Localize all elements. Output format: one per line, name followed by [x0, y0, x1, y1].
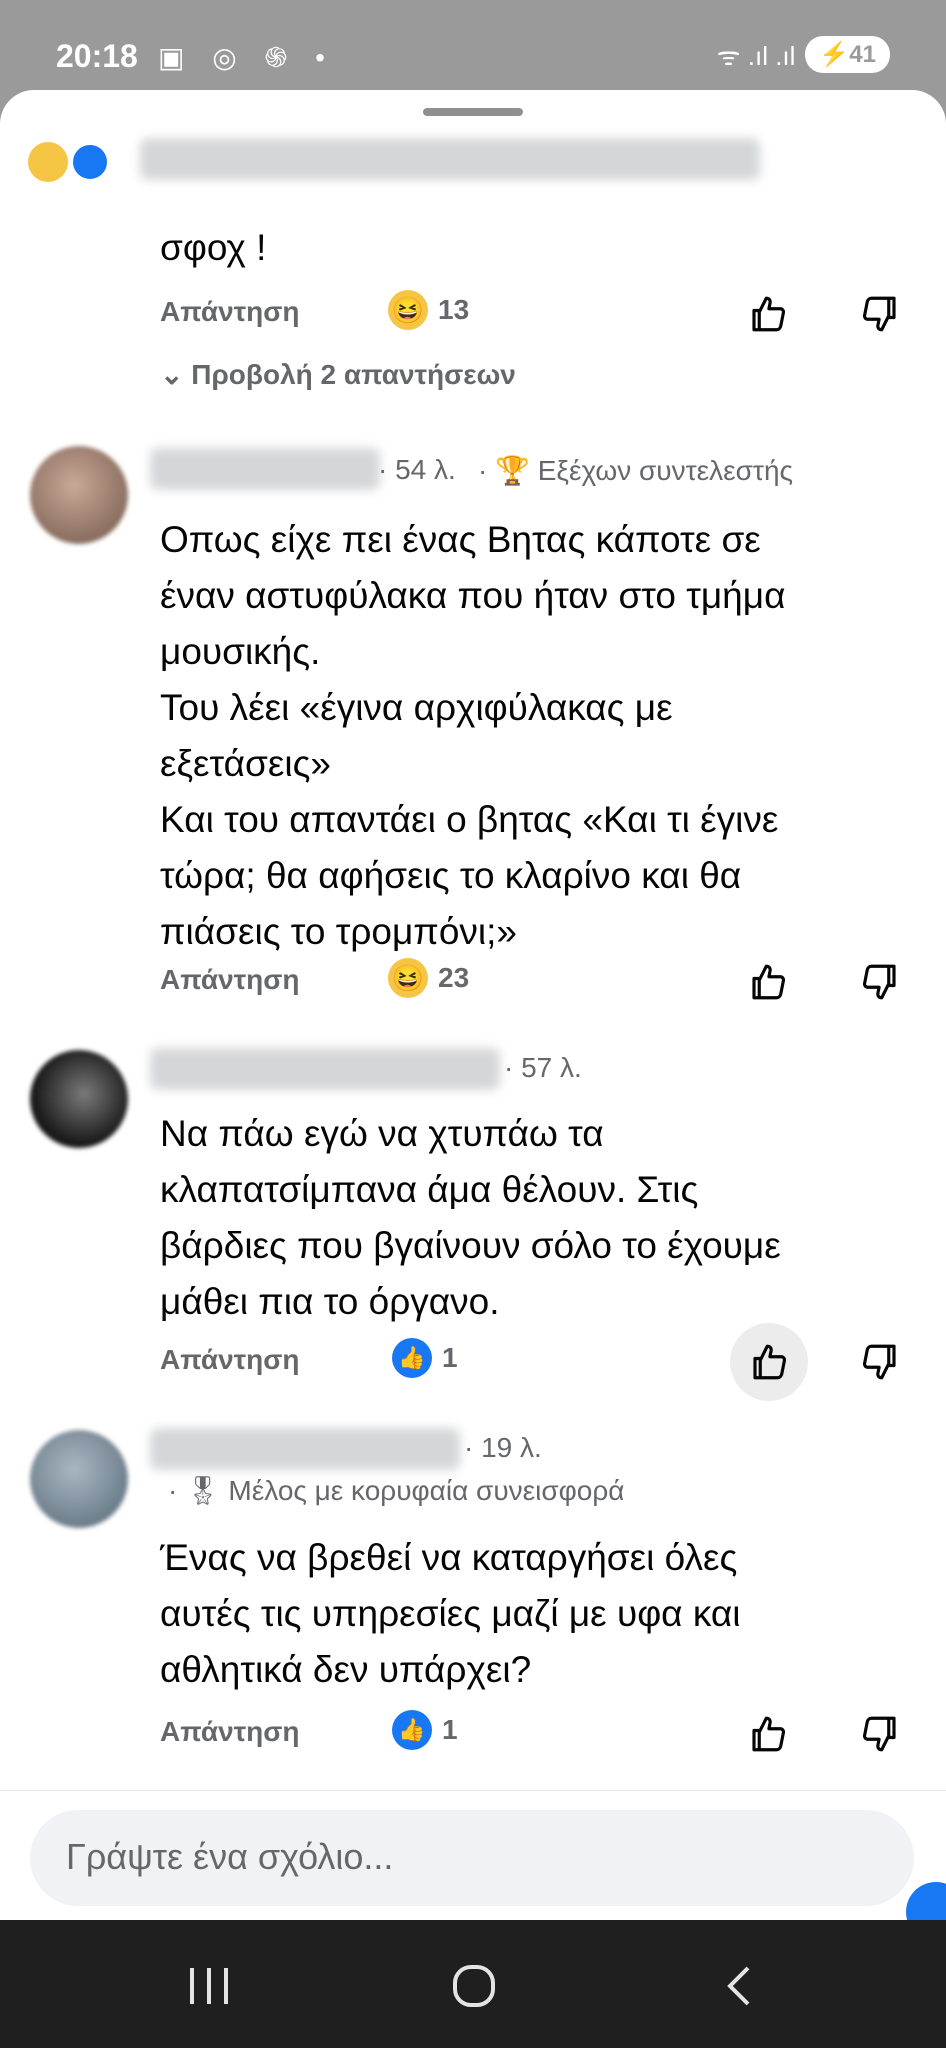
comment-text: Οπως είχε πει ένας Βητας κάποτε σε έναν … [160, 519, 786, 952]
top-member-badge: · 🎖 Μέλος με κορυφαία συνεισφορά [168, 1475, 625, 1506]
status-right: ᯤ .ıl .ıl ⚡41 [717, 36, 890, 73]
reply-button[interactable]: Απάντηση [160, 964, 300, 996]
comments-sheet: σφοχ ! Απάντηση 😆 13 ⌄ Προβολή 2 απαντήσε… [0, 90, 946, 1920]
reply-button[interactable]: Απάντηση [160, 1344, 300, 1376]
comment-actions: Απάντηση 👍 1 [160, 1323, 920, 1401]
thumbs-up-icon [752, 1716, 786, 1752]
composer-divider [0, 1790, 946, 1791]
comment-text: σφοχ ! [160, 227, 267, 268]
dislike-button[interactable] [852, 1706, 908, 1762]
comment-time: · 57 λ. [504, 1052, 582, 1083]
like-reaction-icon: 👍 [392, 1710, 432, 1750]
thumbs-down-icon [862, 296, 896, 332]
thumbs-down-icon [862, 1716, 896, 1752]
blurred-header-text [140, 138, 760, 180]
reaction-summary[interactable]: 👍 1 [392, 1710, 458, 1750]
comment-input[interactable]: Γράψτε ένα σχόλιο... [30, 1810, 914, 1906]
like-button[interactable] [740, 286, 796, 342]
view-replies-link[interactable]: ⌄ Προβολή 2 απαντήσεων [160, 358, 516, 391]
like-reaction-icon: 👍 [392, 1338, 432, 1378]
reply-button[interactable]: Απάντηση [160, 1716, 300, 1748]
comment-time: · 19 λ. [464, 1432, 542, 1463]
dislike-button[interactable] [852, 286, 908, 342]
floating-action-button[interactable] [906, 1882, 946, 1920]
comment-actions: Απάντηση 👍 1 [160, 1706, 920, 1762]
thumbs-down-icon [862, 1344, 896, 1380]
like-reaction-icon [70, 142, 110, 182]
comment-actions: Απάντηση 😆 13 [160, 286, 920, 342]
home-icon[interactable] [452, 1964, 496, 2008]
blurred-author-name[interactable] [150, 1048, 500, 1090]
laugh-emoji-icon: 😆 [388, 290, 428, 330]
reaction-summary[interactable]: 😆 13 [388, 290, 469, 330]
avatar[interactable] [30, 1050, 128, 1148]
like-button[interactable] [740, 954, 796, 1010]
laugh-reaction-icon [28, 142, 68, 182]
blurred-author-name[interactable] [150, 448, 380, 490]
comment-time: · 54 λ. [378, 454, 456, 485]
signal-icon: ᯤ .ıl .ıl [716, 40, 796, 71]
like-button[interactable] [730, 1323, 808, 1401]
comment-text: Να πάω εγώ να χτυπάω τα κλαπατσίμπανα άμ… [160, 1113, 781, 1322]
recent-apps-icon[interactable] [186, 1966, 232, 2006]
dislike-button[interactable] [852, 1334, 908, 1390]
laugh-emoji-icon: 😆 [388, 958, 428, 998]
dislike-button[interactable] [852, 954, 908, 1010]
chevron-down-icon: ⌄ [160, 359, 192, 390]
thumbs-down-icon [862, 964, 896, 1000]
status-time: 20:18 [56, 38, 138, 74]
thumbs-up-icon [752, 964, 786, 1000]
top-contributor-badge: · 🏆 Εξέχων συντελεστής [478, 455, 794, 486]
system-nav-bar [0, 1920, 946, 2048]
back-icon[interactable] [722, 1964, 756, 2008]
comment-text: Ένας να βρεθεί να καταργήσει όλες αυτές … [160, 1537, 741, 1690]
drag-handle[interactable] [423, 108, 523, 116]
reaction-summary[interactable]: 👍 1 [392, 1338, 458, 1378]
blurred-author-name[interactable] [150, 1428, 460, 1470]
thumbs-up-icon [752, 296, 786, 332]
comment-input-placeholder: Γράψτε ένα σχόλιο... [66, 1836, 394, 1877]
status-bar: 20:18 ▣ ◎ ֍ • ᯤ .ıl .ıl ⚡41 [0, 0, 946, 90]
reply-button[interactable]: Απάντηση [160, 296, 300, 328]
reaction-summary[interactable]: 😆 23 [388, 958, 469, 998]
status-notification-icons: ▣ ◎ ֍ • [158, 42, 335, 73]
like-button[interactable] [740, 1706, 796, 1762]
avatar[interactable] [30, 446, 128, 544]
battery-indicator: ⚡41 [805, 36, 890, 73]
thumbs-up-icon [753, 1344, 787, 1380]
comment-actions: Απάντηση 😆 23 [160, 954, 920, 1010]
avatar[interactable] [30, 1430, 128, 1528]
